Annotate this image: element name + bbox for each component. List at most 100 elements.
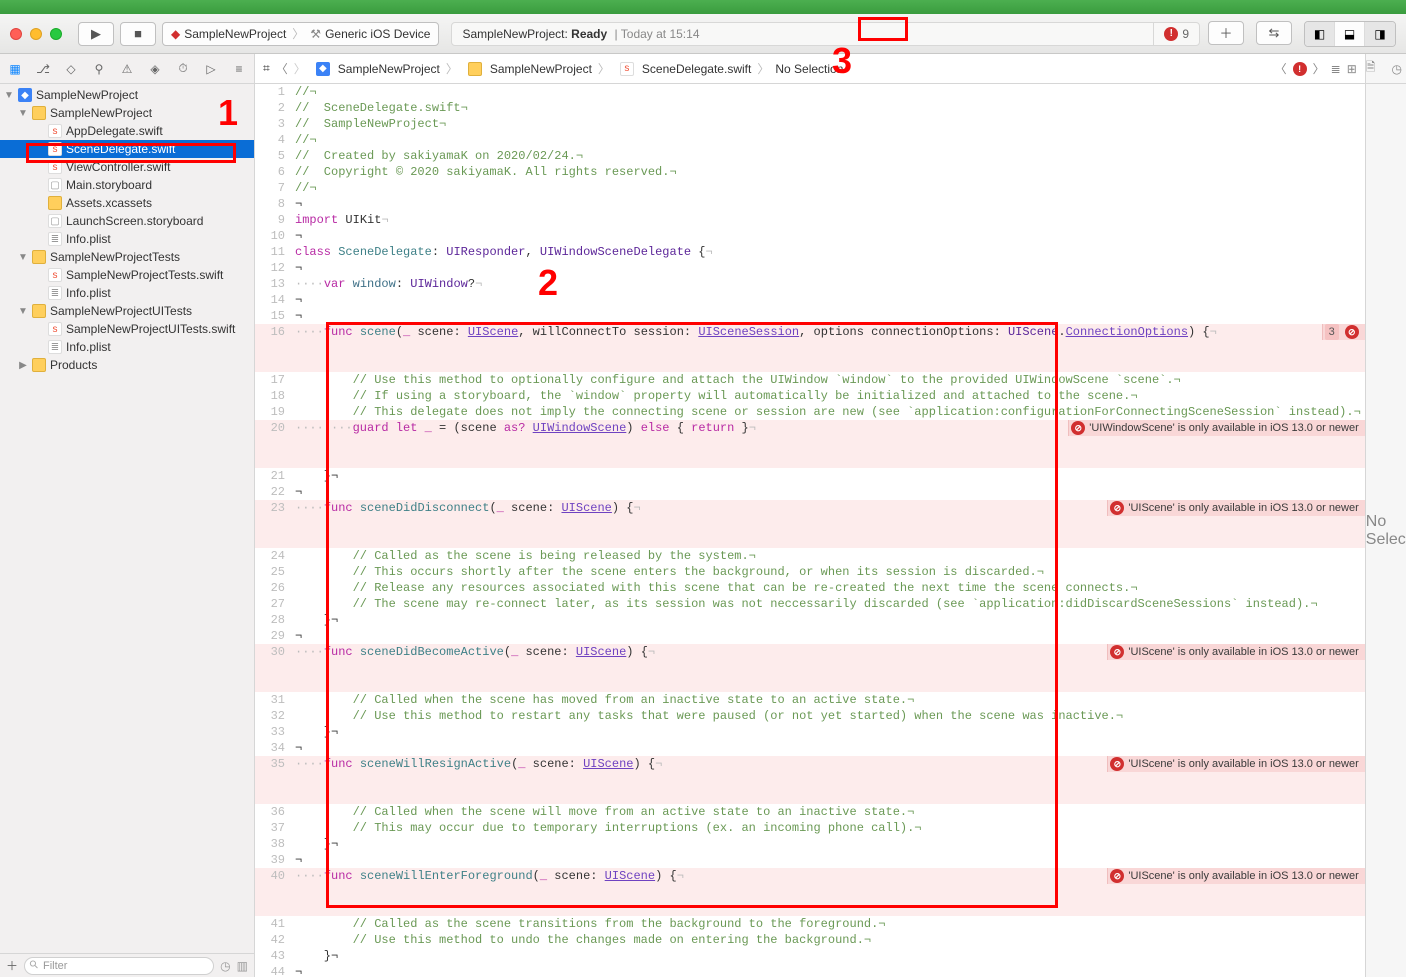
file-label: Assets.xcassets [66,196,152,210]
scheme-device-label: Generic iOS Device [325,27,430,41]
file-label: Info.plist [66,340,111,354]
back-button[interactable]: 〈 [276,60,288,77]
next-issue-button[interactable]: 〉 [1313,60,1325,77]
inline-error-badge[interactable]: ⊘'UIScene' is only available in iOS 13.0… [1107,756,1364,772]
file-row[interactable]: ▢ Main.storyboard [0,176,254,194]
plist-icon: ≣ [48,286,62,300]
status-issues[interactable]: ! 9 [1153,23,1199,45]
filter-field[interactable]: Filter [24,957,214,975]
activity-view[interactable]: SampleNewProject: Ready | Today at 15:14… [451,22,1200,46]
code-editor[interactable]: 1//¬ 2// SceneDelegate.swift¬ 3// Sample… [255,84,1365,977]
crumb-project[interactable]: ◆ SampleNewProject [312,62,440,76]
find-navigator-tab[interactable]: ⚲ [90,60,108,78]
prev-issue-button[interactable]: 〈 [1275,60,1287,77]
symbol-navigator-tab[interactable]: ◇ [62,60,80,78]
file-row[interactable]: s ViewController.swift [0,158,254,176]
debug-navigator-tab[interactable]: ⏱ [174,60,192,78]
assets-icon [48,196,62,210]
file-row[interactable]: s AppDelegate.swift [0,122,254,140]
forward-button[interactable]: 〉 [294,60,306,77]
window-tab-bar [0,0,1406,14]
navigator-panel: ▦ ⎇ ◇ ⚲ ⚠ ◈ ⏱ ▷ ≡ ▼◆ SampleNewProject ▼ … [0,54,255,977]
file-label: Info.plist [66,232,111,246]
recents-filter-button[interactable]: ◷ [220,959,230,973]
history-inspector-tab[interactable]: ◷ [1391,62,1401,76]
close-window-button[interactable] [10,28,22,40]
navigator-tabs: ▦ ⎇ ◇ ⚲ ⚠ ◈ ⏱ ▷ ≡ [0,54,254,84]
scm-filter-button[interactable]: ▥ [237,959,248,973]
add-button[interactable]: ＋ [6,957,18,974]
group-folder[interactable]: ▼ SampleNewProjectUITests [0,302,254,320]
file-row[interactable]: s SampleNewProjectUITests.swift [0,320,254,338]
toggle-debug-button[interactable]: ⬓ [1335,22,1365,46]
swift-icon: s [48,160,62,174]
file-row[interactable]: ≣ Info.plist [0,230,254,248]
scheme-app-label: SampleNewProject [184,27,286,41]
file-label: SampleNewProjectUITests.swift [66,322,235,336]
status-time: | Today at 15:14 [615,27,700,41]
crumb-folder[interactable]: SampleNewProject [464,62,592,76]
file-row[interactable]: Assets.xcassets [0,194,254,212]
file-row-selected[interactable]: s SceneDelegate.swift [0,140,254,158]
file-inspector-tab[interactable]: 🗎 [1366,58,1376,79]
inline-error-badge[interactable]: ⊘'UIScene' is only available in iOS 13.0… [1107,500,1364,516]
group-folder[interactable]: ▼ SampleNewProjectTests [0,248,254,266]
project-navigator-tab[interactable]: ▦ [6,60,24,78]
source-control-tab[interactable]: ⎇ [34,60,52,78]
file-tree: ▼◆ SampleNewProject ▼ SampleNewProject s… [0,84,254,953]
breakpoint-navigator-tab[interactable]: ▷ [202,60,220,78]
group-folder[interactable]: ▼ SampleNewProject [0,104,254,122]
inline-error-badge[interactable]: ⊘'UIScene' is only available in iOS 13.0… [1107,868,1364,884]
add-editor-button[interactable]: ⊞ [1347,62,1357,76]
test-navigator-tab[interactable]: ◈ [146,60,164,78]
file-label: SceneDelegate.swift [66,142,175,156]
folder-icon [32,304,46,318]
related-items-button[interactable]: ⌗ [263,61,270,76]
file-row[interactable]: ≣ Info.plist [0,284,254,302]
stop-button[interactable]: ■ [120,22,156,46]
zoom-window-button[interactable] [50,28,62,40]
plist-icon: ≣ [48,232,62,246]
file-row[interactable]: s SampleNewProjectTests.swift [0,266,254,284]
window-controls [10,28,62,40]
file-label: SampleNewProject [36,88,138,102]
file-label: ViewController.swift [66,160,170,174]
inline-error-badge[interactable]: ⊘'UIWindowScene' is only available in iO… [1068,420,1365,436]
file-label: SampleNewProject [50,106,152,120]
file-label: Main.storyboard [66,178,152,192]
crumb-file[interactable]: s SceneDelegate.swift [616,62,751,76]
minimize-window-button[interactable] [30,28,42,40]
project-root[interactable]: ▼◆ SampleNewProject [0,86,254,104]
error-icon: ! [1164,27,1178,41]
error-count: 9 [1182,27,1189,41]
editor-area: ⌗ 〈 〉 ◆ SampleNewProject 〉 SampleNewProj… [255,54,1365,977]
project-icon: ◆ [316,62,330,76]
issue-navigator-tab[interactable]: ⚠ [118,60,136,78]
inline-error-badge[interactable]: ⊘'UIScene' is only available in iOS 13.0… [1107,644,1364,660]
issue-indicator-icon: ! [1293,62,1307,76]
folder-icon [32,106,46,120]
folder-icon [468,62,482,76]
library-button[interactable]: ＋ [1208,21,1244,45]
file-row[interactable]: ≣ Info.plist [0,338,254,356]
storyboard-icon: ▢ [48,214,62,228]
scheme-selector[interactable]: ◆ SampleNewProject 〉 ⚒ Generic iOS Devic… [162,22,439,46]
toggle-inspector-button[interactable]: ◨ [1365,22,1395,46]
toggle-navigator-button[interactable]: ◧ [1305,22,1335,46]
inline-error-badge[interactable]: 3⊘ [1322,324,1365,340]
inspector-tabs: 🗎 ◷ ? ◆ [1366,54,1406,84]
file-label: LaunchScreen.storyboard [66,214,203,228]
file-label: AppDelegate.swift [66,124,163,138]
editor-options-button[interactable]: ≣ [1331,62,1341,76]
run-button[interactable]: ▶ [78,22,114,46]
file-label: Products [50,358,97,372]
toolbar: ▶ ■ ◆ SampleNewProject 〉 ⚒ Generic iOS D… [0,14,1406,54]
file-row[interactable]: ▢ LaunchScreen.storyboard [0,212,254,230]
file-label: SampleNewProjectUITests [50,304,192,318]
file-label: SampleNewProjectTests [50,250,180,264]
group-folder[interactable]: ▶ Products [0,356,254,374]
filter-placeholder: Filter [43,960,67,972]
crumb-symbol[interactable]: No Selection [775,62,843,76]
report-navigator-tab[interactable]: ≡ [230,60,248,78]
code-review-button[interactable]: ⇆ [1256,21,1292,45]
